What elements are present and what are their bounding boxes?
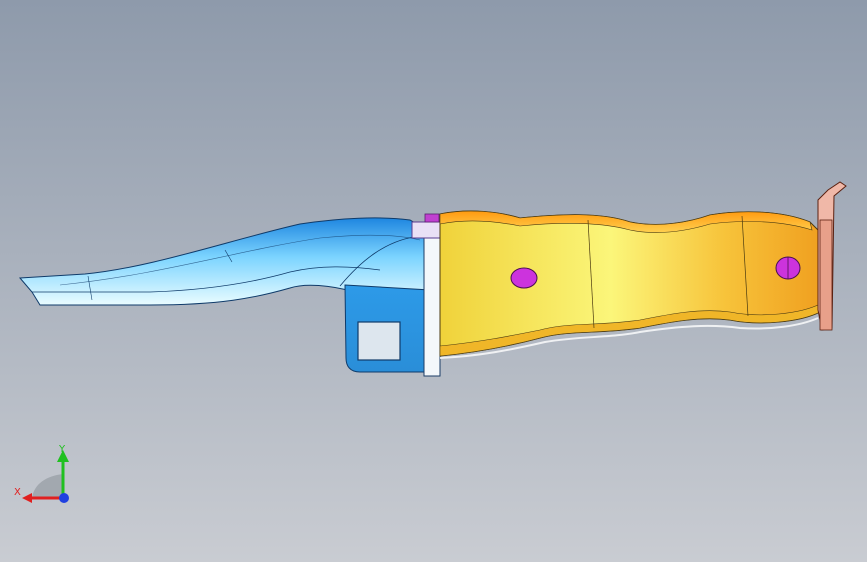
x-axis-label: X	[14, 487, 21, 498]
model-canvas[interactable]	[0, 0, 867, 562]
joint-flange	[423, 235, 441, 377]
z-axis-dot	[59, 493, 69, 503]
3d-viewport[interactable]: Y X	[0, 0, 867, 562]
y-axis-label: Y	[58, 444, 66, 455]
coordinate-triad: Y X	[14, 444, 69, 503]
bracket-cutout	[357, 321, 401, 361]
hole-marker[interactable]	[510, 267, 538, 289]
